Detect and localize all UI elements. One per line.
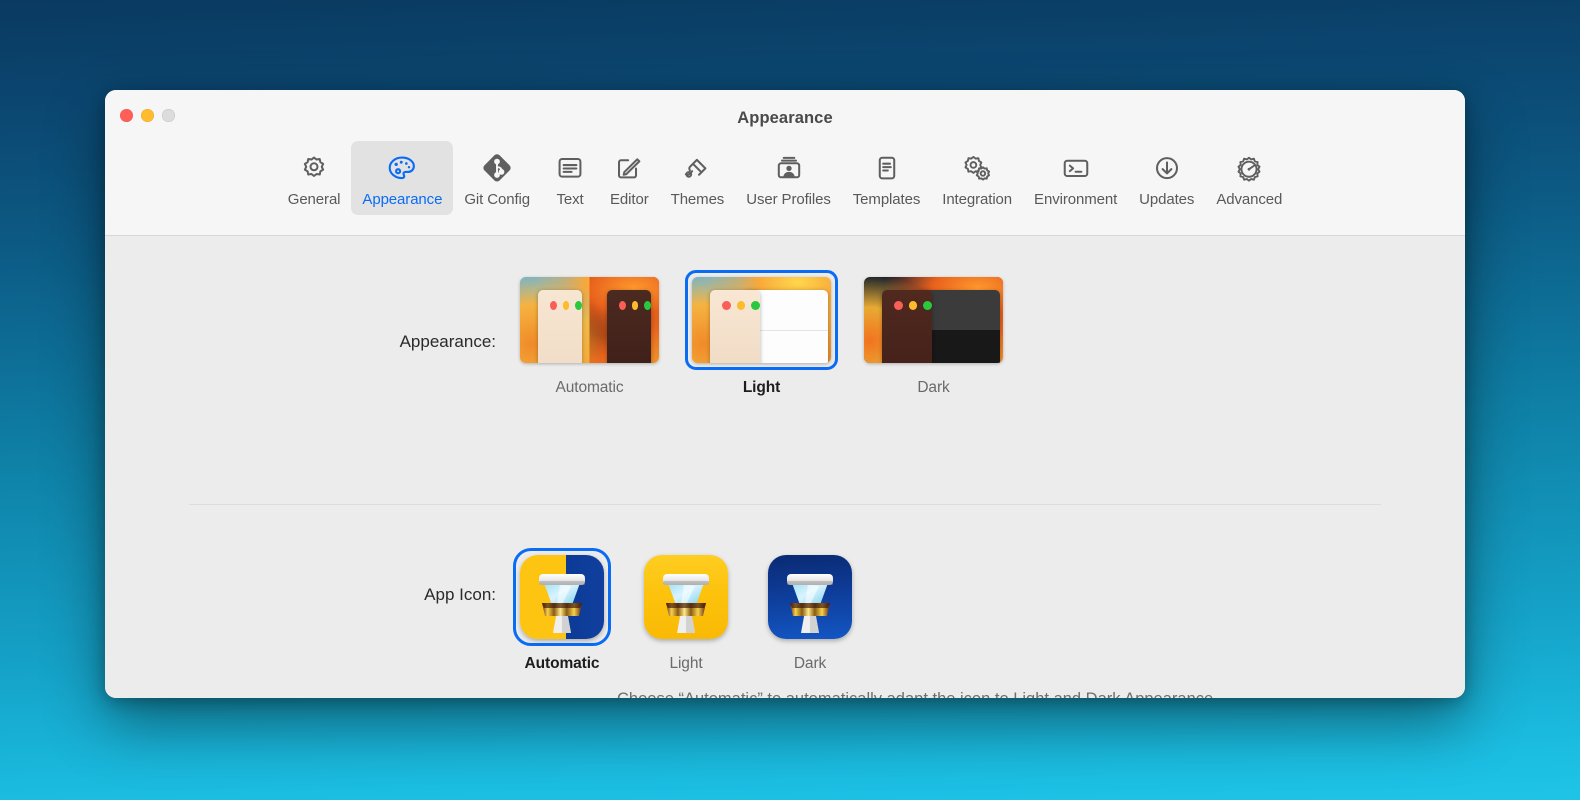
tab-templates[interactable]: Templates — [842, 141, 931, 215]
tab-label: Advanced — [1216, 191, 1282, 208]
app-icon-help-text: Choose “Automatic” to automatically adap… — [617, 686, 1317, 698]
tab-themes[interactable]: Themes — [660, 141, 736, 215]
tab-label: Git Config — [464, 191, 530, 208]
app-icon-automatic — [520, 555, 604, 639]
download-circle-icon — [1150, 150, 1184, 188]
tab-label: Editor — [610, 191, 649, 208]
appearance-option-light[interactable]: Light — [685, 270, 838, 397]
mini-window-dark — [607, 290, 651, 363]
pencil-square-icon — [612, 150, 646, 188]
preferences-window: Appearance General — [105, 90, 1465, 698]
app-icon-option-label: Light — [669, 655, 702, 673]
appearance-option-label: Dark — [917, 379, 949, 397]
tab-text[interactable]: Text — [541, 141, 599, 215]
app-icon-option-label: Automatic — [525, 655, 600, 673]
tab-environment[interactable]: Environment — [1023, 141, 1128, 215]
tab-updates[interactable]: Updates — [1128, 141, 1205, 215]
person-card-icon — [772, 150, 806, 188]
mini-dot-green — [751, 301, 760, 310]
tab-label: Integration — [942, 191, 1012, 208]
text-lines-icon — [553, 150, 587, 188]
tab-appearance[interactable]: Appearance — [351, 141, 453, 215]
appearance-thumbnail-automatic — [520, 277, 659, 363]
mini-traffic-lights — [882, 290, 932, 310]
app-icon-frame — [761, 548, 859, 646]
tab-git-config[interactable]: Git Config — [453, 141, 541, 215]
mini-dot-red — [619, 301, 626, 310]
window-toolbar: Appearance General — [105, 90, 1465, 236]
app-icon-options: Automatic — [513, 548, 859, 673]
app-icon-frame-selected — [513, 548, 611, 646]
git-branch-icon — [479, 150, 515, 188]
tab-label: Text — [556, 191, 583, 208]
mini-window-front — [710, 290, 760, 363]
tab-general[interactable]: General — [277, 141, 352, 215]
mini-dot-yellow — [563, 301, 570, 310]
app-icon-option-light[interactable]: Light — [637, 548, 735, 673]
gear-icon — [297, 150, 331, 188]
app-icon-dark — [768, 555, 852, 639]
app-icon-frame — [637, 548, 735, 646]
two-gears-icon — [959, 150, 995, 188]
mini-dot-red — [550, 301, 557, 310]
app-icon-setting-row: App Icon: — [105, 548, 1465, 673]
mini-window-light — [538, 290, 582, 363]
mini-dot-green — [575, 301, 582, 310]
app-icon-option-dark[interactable]: Dark — [761, 548, 859, 673]
tab-label: Updates — [1139, 191, 1194, 208]
gear-gauge-icon — [1232, 150, 1266, 188]
mini-traffic-lights — [538, 290, 582, 310]
mini-dot-yellow — [737, 301, 746, 310]
window-title: Appearance — [105, 109, 1465, 128]
terminal-icon — [1059, 150, 1093, 188]
tab-label: General — [288, 191, 341, 208]
lighthouse-glyph — [644, 555, 728, 639]
appearance-thumb-frame — [857, 270, 1010, 370]
appearance-option-label: Light — [743, 379, 780, 397]
palette-icon — [384, 150, 420, 188]
mini-dot-green — [923, 301, 932, 310]
tab-label: User Profiles — [746, 191, 831, 208]
appearance-option-automatic[interactable]: Automatic — [513, 270, 666, 397]
mini-dot-red — [722, 301, 731, 310]
tab-integration[interactable]: Integration — [931, 141, 1023, 215]
mini-dot-yellow — [632, 301, 639, 310]
appearance-label: Appearance: — [105, 270, 513, 352]
tab-label: Appearance — [362, 191, 442, 208]
appearance-options: Automatic — [513, 270, 1010, 397]
paintbrush-icon — [680, 150, 714, 188]
mini-traffic-lights — [710, 290, 760, 310]
tab-advanced[interactable]: Advanced — [1205, 141, 1293, 215]
document-icon — [870, 150, 904, 188]
app-icon-option-automatic[interactable]: Automatic — [513, 548, 611, 673]
mini-dot-red — [894, 301, 903, 310]
preferences-tab-bar: General Appearance — [105, 141, 1465, 215]
appearance-option-label: Automatic — [555, 379, 623, 397]
appearance-thumbnail-light — [692, 277, 831, 363]
lighthouse-glyph — [768, 555, 852, 639]
app-icon-light — [644, 555, 728, 639]
section-divider — [189, 504, 1381, 505]
mini-dot-yellow — [909, 301, 918, 310]
tab-editor[interactable]: Editor — [599, 141, 660, 215]
lighthouse-glyph — [520, 555, 604, 639]
tab-label: Environment — [1034, 191, 1117, 208]
appearance-thumbnail-dark — [864, 277, 1003, 363]
app-icon-label: App Icon: — [105, 548, 513, 605]
mini-window-front — [882, 290, 932, 363]
preferences-content: Appearance: — [105, 236, 1465, 698]
tab-user-profiles[interactable]: User Profiles — [735, 141, 842, 215]
tab-label: Templates — [853, 191, 920, 208]
appearance-option-dark[interactable]: Dark — [857, 270, 1010, 397]
appearance-thumb-frame — [513, 270, 666, 370]
tab-label: Themes — [671, 191, 725, 208]
app-icon-option-label: Dark — [794, 655, 826, 673]
appearance-setting-row: Appearance: — [105, 270, 1465, 397]
appearance-thumb-frame-selected — [685, 270, 838, 370]
mini-traffic-lights — [607, 290, 651, 310]
mini-dot-green — [644, 301, 651, 310]
